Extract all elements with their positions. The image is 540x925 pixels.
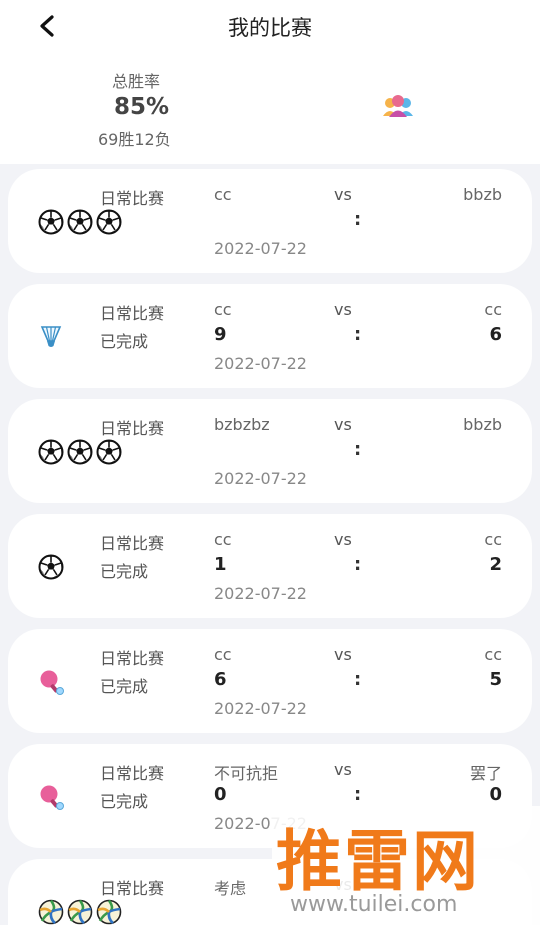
match-card[interactable]: 日常比赛已完成 cc vs cc 1: 2 2022-07-22 <box>8 514 532 618</box>
vs-label: vs <box>334 415 352 434</box>
score-separator: : <box>354 439 362 460</box>
sport-icons <box>38 899 122 925</box>
home-team-name: 不可抗拒 <box>214 764 279 783</box>
score-separator: : <box>354 784 362 805</box>
volleyball-icon <box>96 899 122 925</box>
home-team-name: cc <box>214 185 232 204</box>
home-team-name: cc <box>214 530 232 549</box>
soccer-ball-icon <box>38 439 64 469</box>
match-status: 已完成 <box>100 792 149 811</box>
home-team-name: cc <box>214 300 232 319</box>
home-score: 1 <box>214 554 227 575</box>
match-status: 已完成 <box>100 332 149 351</box>
match-status: 已完成 <box>100 677 149 696</box>
soccer-ball-icon <box>96 439 122 469</box>
watermark-brand: 推雷网 <box>276 823 480 900</box>
header-bar: 我的比赛 <box>0 0 540 54</box>
page-title: 我的比赛 <box>228 16 312 40</box>
home-team-name: cc <box>214 645 232 664</box>
match-card[interactable]: 日常比赛已完成 cc vs cc 6: 5 2022-07-22 <box>8 629 532 733</box>
vs-label: vs <box>334 530 352 549</box>
away-team-name: bbzb <box>463 185 502 204</box>
home-team-name: 考虑 <box>214 879 247 898</box>
match-type-label: 日常比赛 <box>100 419 165 438</box>
soccer-ball-icon <box>96 209 122 239</box>
away-team-name: cc <box>484 530 502 549</box>
home-score: 6 <box>214 669 227 690</box>
away-score: 2 <box>489 554 502 575</box>
sport-icons <box>38 669 66 701</box>
vs-label: vs <box>334 760 352 779</box>
away-team-name: bbzb <box>463 415 502 434</box>
volleyball-icon <box>67 899 93 925</box>
soccer-ball-icon <box>38 209 64 239</box>
soccer-ball-icon <box>67 209 93 239</box>
sport-icons <box>38 554 64 584</box>
shuttlecock-icon <box>38 324 64 354</box>
win-loss-record: 69胜12负 <box>98 130 171 149</box>
match-type-label: 日常比赛 <box>100 879 165 898</box>
match-date: 2022-07-22 <box>214 354 307 373</box>
sport-icons <box>38 209 122 239</box>
away-team-name: cc <box>484 645 502 664</box>
match-status: 已完成 <box>100 562 149 581</box>
away-team-name: cc <box>484 300 502 319</box>
home-score: 9 <box>214 324 227 345</box>
team-members-icon[interactable] <box>382 94 414 122</box>
sport-icons <box>38 439 122 469</box>
win-rate-summary: 总胜率 85% 69胜12负 <box>0 54 540 164</box>
match-card[interactable]: 日常比赛 bzbzbz vs bbzb: 2022-07-22 <box>8 399 532 503</box>
match-date: 2022-07-22 <box>214 699 307 718</box>
watermark: 推雷网 www.tuilei.com <box>272 806 540 925</box>
win-rate-label: 总胜率 <box>112 72 161 91</box>
home-team-name: bzbzbz <box>214 415 270 434</box>
match-type-label: 日常比赛 <box>100 649 165 668</box>
match-date: 2022-07-22 <box>214 584 307 603</box>
win-rate-value: 85% <box>114 94 170 120</box>
vs-label: vs <box>334 185 352 204</box>
soccer-ball-icon <box>67 439 93 469</box>
match-card[interactable]: 日常比赛 cc vs bbzb: 2022-07-22 <box>8 169 532 273</box>
match-type-label: 日常比赛 <box>100 189 165 208</box>
score-separator: : <box>354 324 362 345</box>
home-score: 0 <box>214 784 227 805</box>
sport-icons <box>38 784 66 816</box>
match-card[interactable]: 日常比赛已完成 cc vs cc 9: 6 2022-07-22 <box>8 284 532 388</box>
ping-pong-paddle-icon <box>38 669 66 701</box>
match-type-label: 日常比赛 <box>100 304 165 323</box>
match-type-label: 日常比赛 <box>100 534 165 553</box>
score-separator: : <box>354 209 362 230</box>
watermark-url: www.tuilei.com <box>290 892 458 917</box>
sport-icons <box>38 324 64 354</box>
ping-pong-paddle-icon <box>38 784 66 816</box>
volleyball-icon <box>38 899 64 925</box>
score-separator: : <box>354 554 362 575</box>
away-score: 6 <box>489 324 502 345</box>
away-score: 5 <box>489 669 502 690</box>
away-team-name: 罢了 <box>469 764 502 783</box>
match-type-label: 日常比赛 <box>100 764 165 783</box>
vs-label: vs <box>334 300 352 319</box>
vs-label: vs <box>334 645 352 664</box>
away-score: 0 <box>489 784 502 805</box>
score-separator: : <box>354 669 362 690</box>
soccer-ball-icon <box>38 554 64 584</box>
match-date: 2022-07-22 <box>214 239 307 258</box>
match-date: 2022-07-22 <box>214 469 307 488</box>
